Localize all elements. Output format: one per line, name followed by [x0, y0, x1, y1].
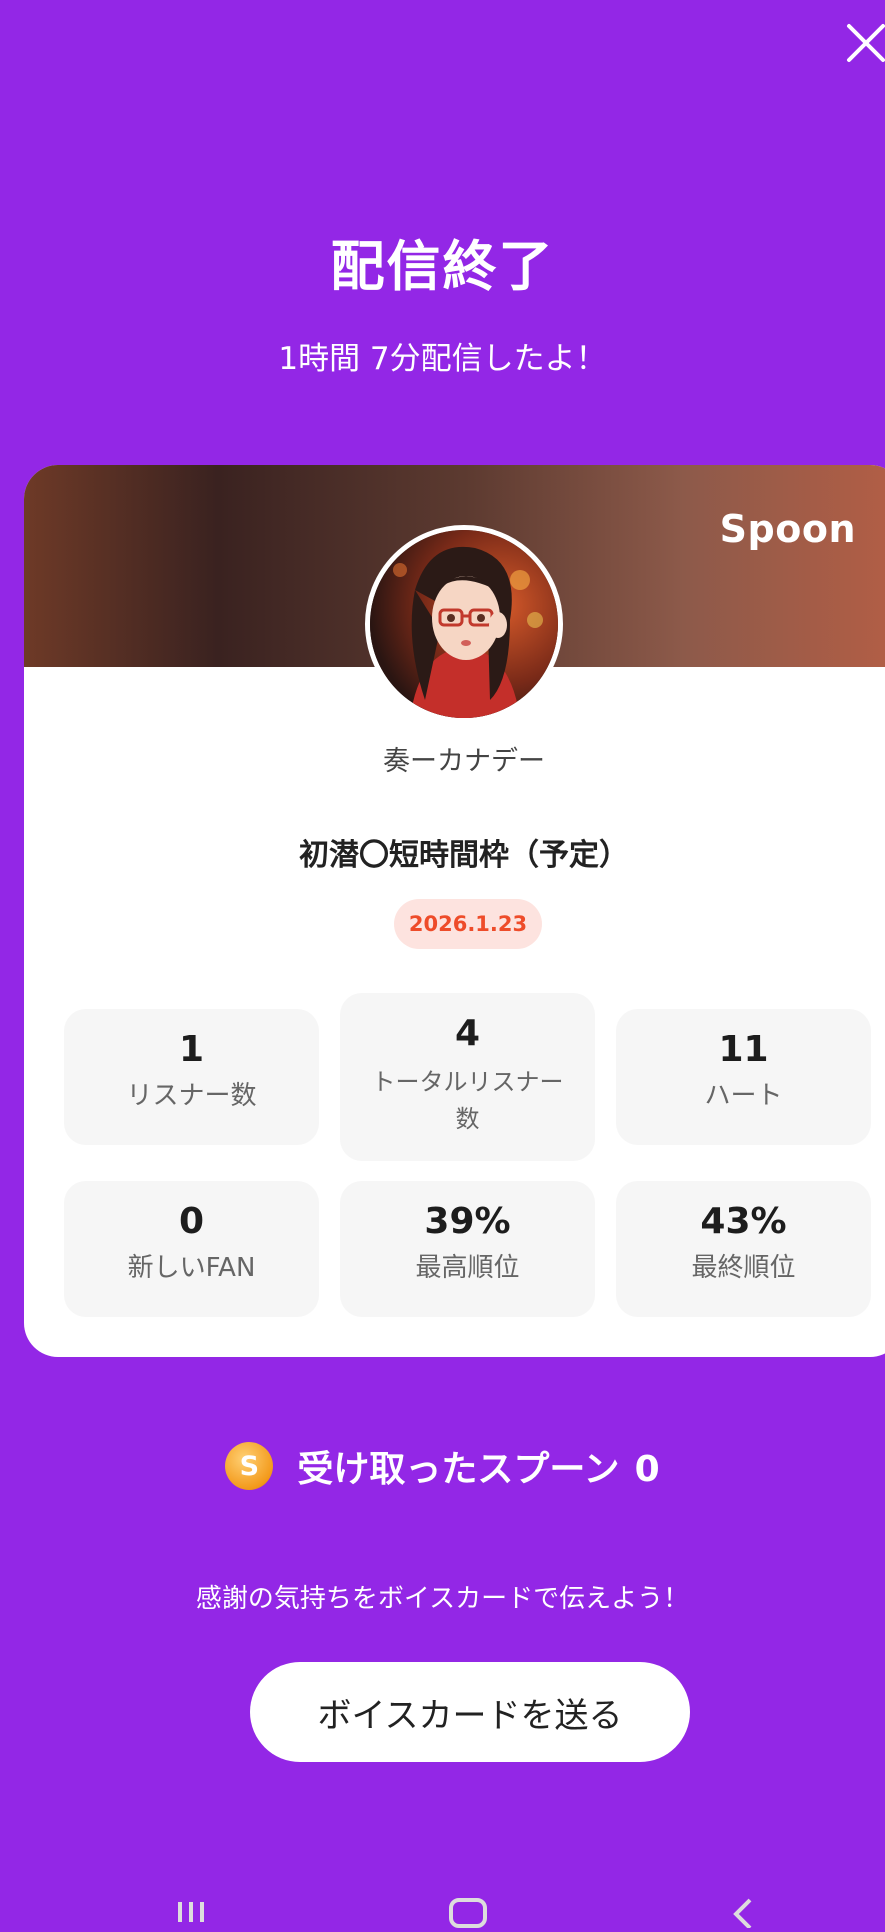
stat-value: 0	[178, 1201, 205, 1242]
spoons-label: 受け取ったスプーン	[297, 1449, 620, 1490]
stat-label-line1: トータルリスナー	[371, 1068, 564, 1096]
stat-value: 39%	[424, 1201, 511, 1242]
stat-listeners: 1 リスナー数	[64, 1009, 319, 1145]
back-icon[interactable]	[728, 1898, 758, 1930]
avatar	[365, 525, 563, 723]
send-voice-card-button[interactable]: ボイスカードを送る	[250, 1662, 690, 1762]
thanks-text: 感謝の気持ちをボイスカードで伝えよう！	[195, 1584, 690, 1614]
duration-text: 1時間 7分配信したよ！	[278, 341, 607, 377]
spoons-received: S 受け取ったスプーン 0	[0, 1440, 885, 1492]
spoons-count: 0	[634, 1449, 660, 1490]
stat-value: 11	[718, 1029, 769, 1070]
spoon-coin-icon: S	[225, 1442, 274, 1490]
stat-total-listeners: 4 トータルリスナー 数	[340, 993, 595, 1161]
stat-value: 1	[178, 1029, 205, 1070]
summary-card: Spoon 奏ーカナデー 初潜〇短時間枠（予定） 2026.1.23 1 リスナ…	[24, 465, 885, 1357]
close-icon	[847, 24, 885, 62]
date-badge: 2026.1.23	[394, 899, 542, 949]
stat-value: 43%	[700, 1201, 787, 1242]
stat-best-rank: 39% 最高順位	[340, 1181, 595, 1317]
stat-hearts: 11 ハート	[616, 1009, 871, 1145]
page-title: 配信終了	[330, 235, 555, 298]
avatar-image	[370, 530, 558, 718]
stat-final-rank: 43% 最終順位	[616, 1181, 871, 1317]
username: 奏ーカナデー	[383, 746, 545, 777]
close-button[interactable]	[841, 18, 885, 68]
recent-apps-icon[interactable]	[176, 1900, 206, 1922]
stat-new-fans: 0 新しいFAN	[64, 1181, 319, 1317]
stat-label: 新しいFAN	[127, 1253, 256, 1283]
stat-value: 4	[454, 1013, 481, 1054]
stat-label: ハート	[704, 1081, 783, 1111]
stat-label-line2: 数	[455, 1105, 480, 1133]
brand-logo: Spoon	[719, 507, 856, 551]
stat-label: リスナー数	[126, 1081, 257, 1111]
stat-label: 最高順位	[415, 1253, 520, 1283]
home-icon[interactable]	[449, 1898, 487, 1928]
stat-label: 最終順位	[691, 1253, 796, 1283]
stream-title: 初潜〇短時間枠（予定）	[299, 838, 629, 873]
